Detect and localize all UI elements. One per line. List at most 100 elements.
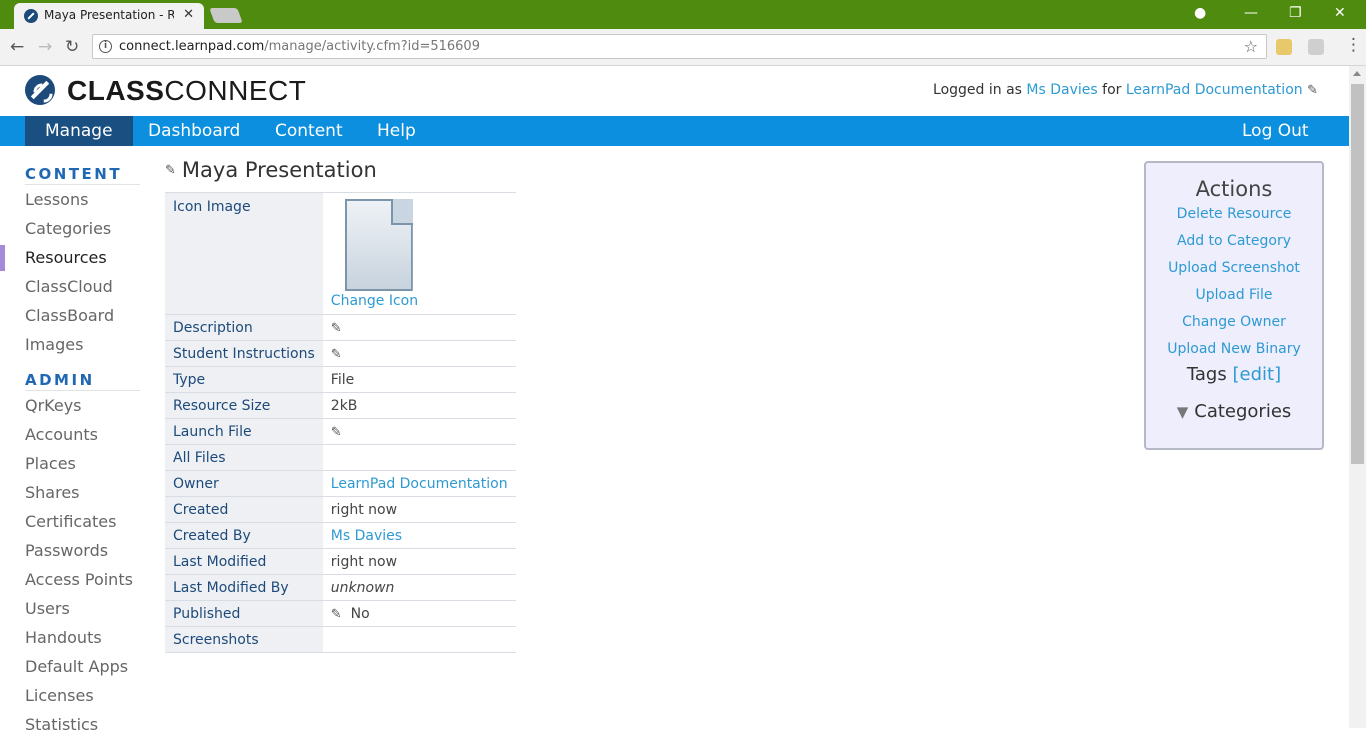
sidebar-item-statistics[interactable]: Statistics — [25, 715, 98, 734]
back-icon[interactable]: ← — [10, 37, 24, 57]
divider — [25, 184, 140, 185]
page-scrollbar[interactable] — [1349, 66, 1366, 728]
menu-content[interactable]: Content — [255, 116, 363, 146]
sidebar-item-images[interactable]: Images — [25, 335, 83, 354]
sidebar-item-resources[interactable]: Resources — [25, 248, 107, 267]
new-tab-button[interactable] — [209, 8, 243, 23]
sidebar-item-shares[interactable]: Shares — [25, 483, 80, 502]
sidebar-item-categories[interactable]: Categories — [25, 219, 111, 238]
sidebar-item-qrkeys[interactable]: QrKeys — [25, 396, 82, 415]
table-row: Launch File ✎ — [165, 418, 516, 445]
tags-section: Tags [edit] — [1186, 364, 1282, 385]
extension-icon[interactable] — [1308, 39, 1324, 55]
table-row: Description ✎ — [165, 314, 516, 341]
sidebar-item-licenses[interactable]: Licenses — [25, 686, 94, 705]
star-icon[interactable]: ☆ — [1244, 37, 1258, 56]
menu-dashboard[interactable]: Dashboard — [128, 116, 260, 146]
tab-title: Maya Presentation - Reso — [44, 8, 174, 22]
delete-resource-link[interactable]: Delete Resource — [1146, 201, 1322, 228]
sidebar-item-passwords[interactable]: Passwords — [25, 541, 108, 560]
row-label: Launch File — [165, 418, 323, 445]
forward-icon[interactable]: → — [38, 37, 52, 57]
published-value: No — [350, 605, 370, 622]
scrollbar-thumb[interactable] — [1351, 84, 1364, 464]
row-label: Created — [165, 496, 323, 523]
properties-table: Icon Image Change Icon Description ✎ Stu… — [165, 192, 516, 653]
info-icon[interactable]: i — [99, 40, 112, 53]
table-row: Type File — [165, 366, 516, 393]
table-row: Created right now — [165, 496, 516, 523]
row-value: unknown — [322, 574, 516, 601]
logged-in-info: Logged in as Ms Davies for LearnPad Docu… — [933, 82, 1318, 98]
owner-link[interactable]: LearnPad Documentation — [331, 476, 508, 492]
row-label: Student Instructions — [165, 340, 323, 367]
sidebar-item-accounts[interactable]: Accounts — [25, 425, 98, 444]
url-text[interactable]: connect.learnpad.com/manage/activity.cfm… — [119, 39, 480, 54]
window-close-icon[interactable]: ✕ — [1334, 5, 1346, 21]
pencil-icon[interactable]: ✎ — [331, 347, 342, 362]
pencil-icon[interactable]: ✎ — [1307, 83, 1318, 98]
pencil-icon[interactable]: ✎ — [331, 607, 342, 622]
sidebar-item-classcloud[interactable]: ClassCloud — [25, 277, 113, 296]
row-value: right now — [322, 496, 516, 523]
triangle-down-icon: ▼ — [1176, 403, 1189, 421]
sidebar-item-certificates[interactable]: Certificates — [25, 512, 116, 531]
row-label: Icon Image — [165, 192, 323, 315]
upload-new-binary-link[interactable]: Upload New Binary — [1146, 336, 1322, 363]
sidebar-item-default-apps[interactable]: Default Apps — [25, 657, 128, 676]
user-link[interactable]: Ms Davies — [1026, 82, 1097, 98]
active-marker — [0, 245, 5, 271]
table-row: Last Modified right now — [165, 548, 516, 575]
change-owner-link[interactable]: Change Owner — [1146, 309, 1322, 336]
table-row: Resource Size 2kB — [165, 392, 516, 419]
reload-icon[interactable]: ↻ — [65, 37, 79, 57]
sidebar-item-classboard[interactable]: ClassBoard — [25, 306, 114, 325]
tab-close-icon[interactable]: ✕ — [183, 7, 194, 22]
sidebar-item-handouts[interactable]: Handouts — [25, 628, 102, 647]
row-label: Type — [165, 366, 323, 393]
document-icon — [344, 199, 413, 291]
main-menu: Manage Dashboard Content Help Log Out — [0, 116, 1349, 146]
add-to-category-link[interactable]: Add to Category — [1146, 228, 1322, 255]
restore-icon[interactable]: ❐ — [1289, 5, 1302, 21]
page-title: ✎ Maya Presentation — [165, 158, 377, 182]
table-row: All Files — [165, 444, 516, 471]
row-value: right now — [322, 548, 516, 575]
row-label: Last Modified By — [165, 574, 323, 601]
tags-edit-link[interactable]: [edit] — [1232, 364, 1281, 385]
menu-logout[interactable]: Log Out — [1222, 116, 1329, 146]
sidebar-item-lessons[interactable]: Lessons — [25, 190, 88, 209]
row-label: Screenshots — [165, 626, 323, 653]
pencil-icon[interactable]: ✎ — [165, 163, 176, 178]
row-value — [322, 626, 516, 653]
logo-mark-icon — [25, 75, 55, 105]
sidebar-item-access-points[interactable]: Access Points — [25, 570, 133, 589]
menu-manage[interactable]: Manage — [25, 116, 133, 146]
org-link[interactable]: LearnPad Documentation — [1126, 82, 1303, 98]
extension-icon[interactable] — [1276, 39, 1292, 55]
menu-help[interactable]: Help — [357, 116, 436, 146]
browser-toolbar: ← → ↻ i connect.learnpad.com/manage/acti… — [0, 29, 1366, 66]
row-value: Change Icon — [322, 192, 516, 315]
row-label: Resource Size — [165, 392, 323, 419]
browser-tabstrip: Maya Presentation - Reso ✕ ● — ❐ ✕ — [0, 0, 1366, 29]
change-icon-link[interactable]: Change Icon — [331, 293, 418, 309]
sidebar-item-users[interactable]: Users — [25, 599, 70, 618]
upload-file-link[interactable]: Upload File — [1146, 282, 1322, 309]
browser-tab[interactable]: Maya Presentation - Reso ✕ — [14, 3, 204, 29]
sidebar-item-places[interactable]: Places — [25, 454, 76, 473]
pencil-icon[interactable]: ✎ — [331, 321, 342, 336]
table-row: Student Instructions ✎ — [165, 340, 516, 367]
minimize-icon[interactable]: — — [1244, 5, 1258, 21]
menu-icon[interactable]: ⋮ — [1345, 35, 1362, 55]
address-bar[interactable]: i connect.learnpad.com/manage/activity.c… — [92, 34, 1267, 59]
created-by-link[interactable]: Ms Davies — [331, 528, 402, 544]
logo-text: CLASSCONNECT — [67, 75, 307, 106]
pencil-icon[interactable]: ✎ — [331, 425, 342, 440]
row-label: Created By — [165, 522, 323, 549]
table-row: Icon Image Change Icon — [165, 192, 516, 315]
upload-screenshot-link[interactable]: Upload Screenshot — [1146, 255, 1322, 282]
profile-icon[interactable]: ● — [1194, 5, 1206, 21]
categories-toggle[interactable]: ▼ Categories — [1146, 401, 1322, 422]
scroll-up-icon[interactable] — [1353, 71, 1361, 76]
